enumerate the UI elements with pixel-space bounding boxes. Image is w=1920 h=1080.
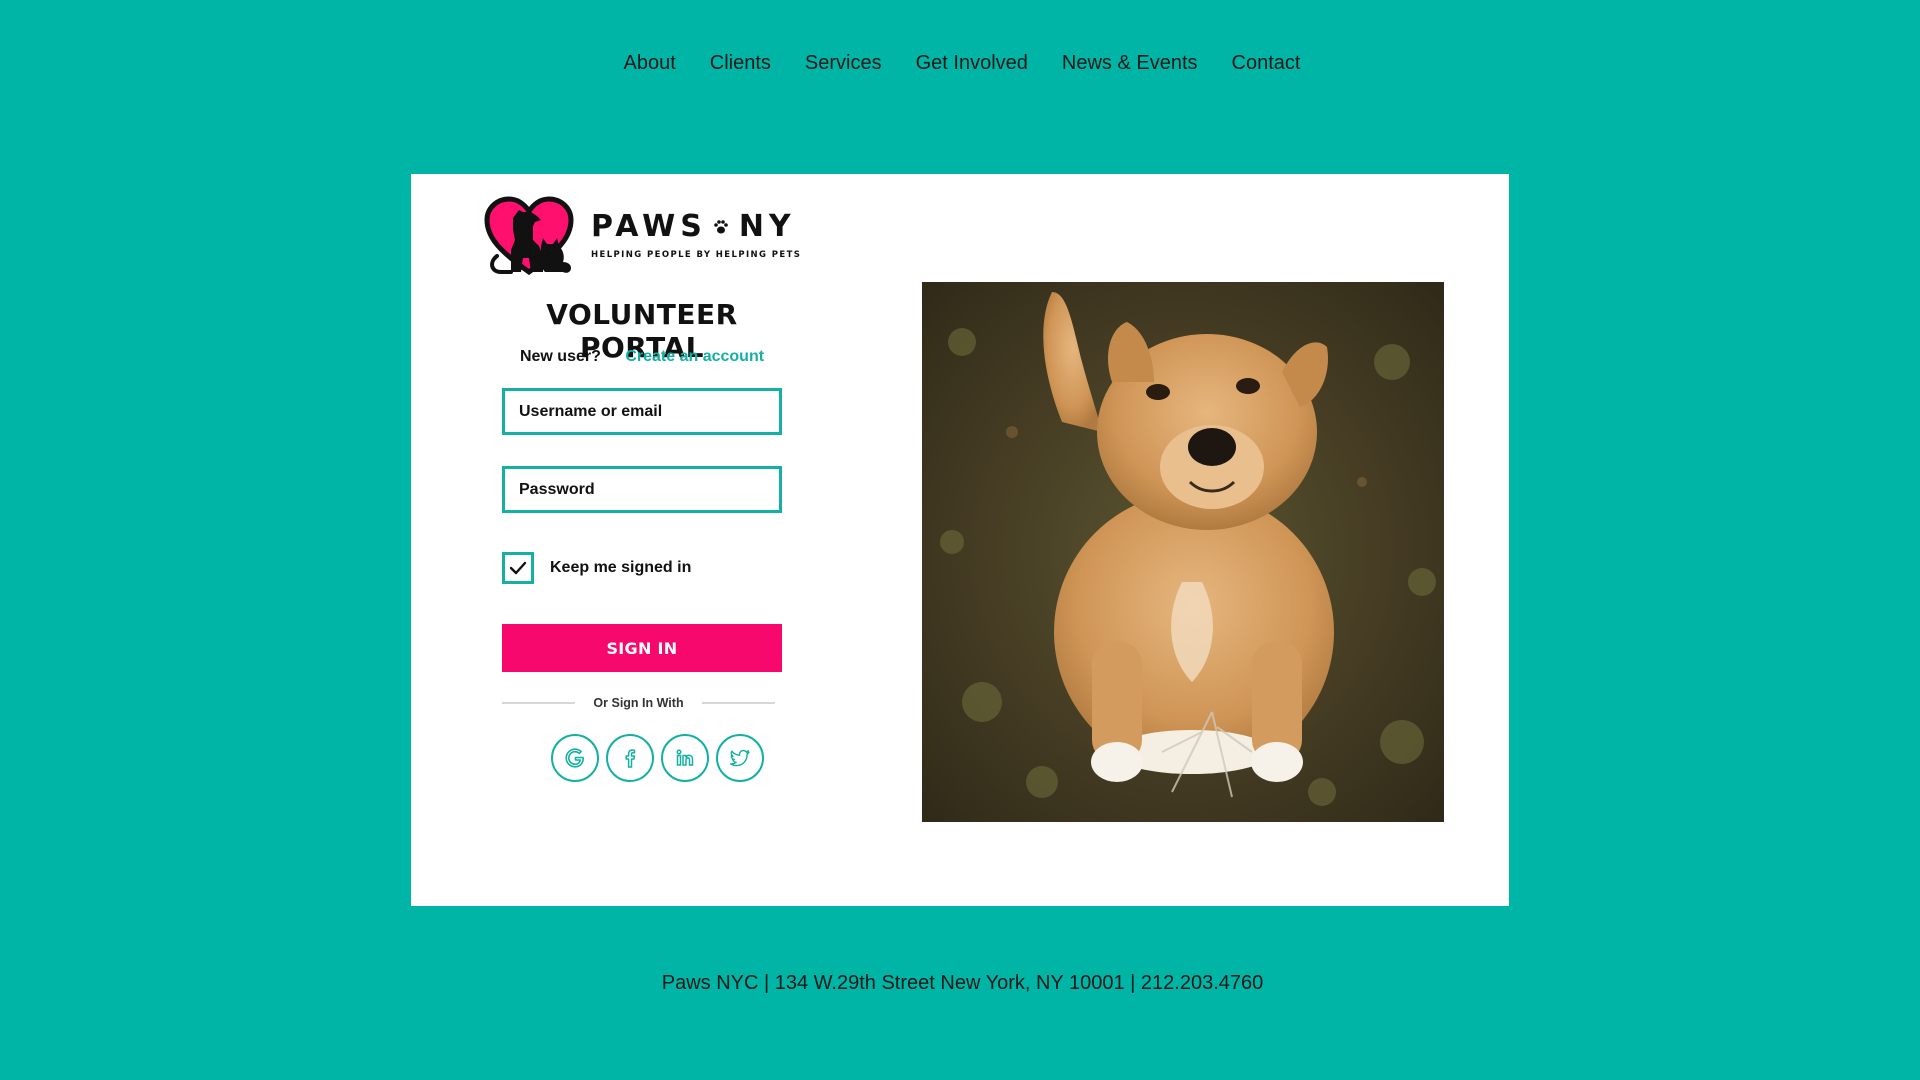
create-account-link[interactable]: Create an account bbox=[625, 348, 764, 365]
twitter-icon bbox=[729, 749, 750, 767]
logo-tagline: HELPING PEOPLE BY HELPING PETS bbox=[591, 250, 802, 260]
checkmark-icon bbox=[509, 561, 527, 575]
new-user-row: New user? Create an account bbox=[483, 348, 801, 366]
keep-signed-in-label: Keep me signed in bbox=[550, 559, 692, 576]
google-icon bbox=[565, 748, 584, 768]
dog-photo bbox=[922, 282, 1444, 822]
logo-name: PAWS NY bbox=[591, 212, 801, 242]
divider-line-right bbox=[701, 702, 775, 704]
nav-contact[interactable]: Contact bbox=[1232, 52, 1301, 75]
divider-line-left bbox=[502, 702, 576, 704]
facebook-icon bbox=[625, 749, 636, 768]
nav-services[interactable]: Services bbox=[805, 52, 882, 75]
twitter-sign-in-button[interactable] bbox=[716, 734, 764, 782]
logo-text: PAWS NY HELPING PEOPLE BY HELPING PETS bbox=[591, 212, 802, 261]
nav-get-involved[interactable]: Get Involved bbox=[916, 52, 1028, 75]
logo-name-right: NY bbox=[738, 209, 796, 244]
linkedin-icon bbox=[676, 749, 694, 766]
linkedin-sign-in-button[interactable] bbox=[661, 734, 709, 782]
nav-about[interactable]: About bbox=[624, 52, 676, 75]
google-sign-in-button[interactable] bbox=[551, 734, 599, 782]
or-divider: Or Sign In With bbox=[502, 696, 775, 710]
heart-dog-cat-icon bbox=[484, 196, 574, 276]
logo-name-left: PAWS bbox=[591, 209, 707, 244]
main-nav: About Clients Services Get Involved News… bbox=[0, 52, 1920, 75]
footer-address: Paws NYC | 134 W.29th Street New York, N… bbox=[661, 972, 1264, 994]
dog-illustration bbox=[922, 282, 1444, 822]
facebook-sign-in-button[interactable] bbox=[606, 734, 654, 782]
password-input[interactable] bbox=[502, 466, 782, 513]
login-card: PAWS NY HELPING PEOPLE BY HELPING PETS V… bbox=[411, 174, 1509, 906]
username-input[interactable] bbox=[502, 388, 782, 435]
nav-news-events[interactable]: News & Events bbox=[1062, 52, 1198, 75]
or-sign-in-with-text: Or Sign In With bbox=[593, 696, 684, 710]
keep-signed-in[interactable]: Keep me signed in bbox=[502, 552, 691, 584]
logo[interactable]: PAWS NY HELPING PEOPLE BY HELPING PETS bbox=[483, 196, 801, 276]
social-login bbox=[551, 734, 764, 782]
nav-clients[interactable]: Clients bbox=[710, 52, 771, 75]
paw-icon bbox=[714, 220, 728, 234]
sign-in-button[interactable]: SIGN IN bbox=[502, 624, 782, 672]
new-user-text: New user? bbox=[519, 348, 601, 365]
keep-signed-in-checkbox[interactable] bbox=[502, 552, 534, 584]
